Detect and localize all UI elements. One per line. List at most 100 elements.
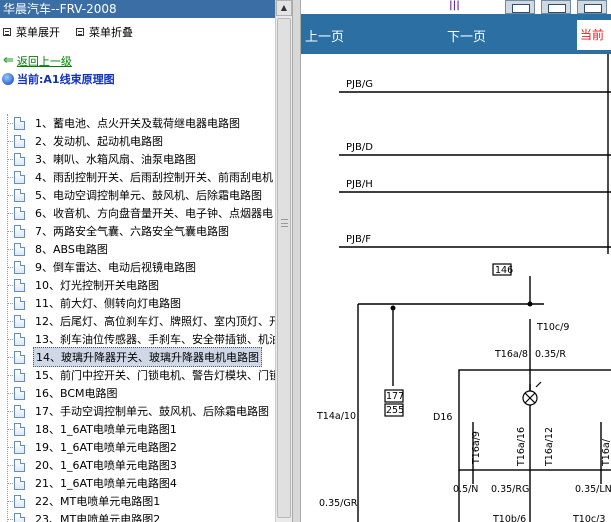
scrollbar-thumb[interactable] xyxy=(277,18,291,518)
prev-page-button[interactable]: 上一页 xyxy=(305,26,344,45)
tree-item[interactable]: 13、刹车油位传感器、手刹车、安全带插锁、机油 xyxy=(0,330,280,348)
document-icon xyxy=(14,386,25,400)
tree-item[interactable]: 15、前门中控开关、门锁电机、警告灯模块、门锁 xyxy=(0,366,280,384)
tree-item[interactable]: 19、1_6AT电喷单元电路图2 xyxy=(0,438,275,456)
tree-item-label: 20、1_6AT电喷单元电路图3 xyxy=(35,459,177,472)
tree-item-label: 5、电动空调控制单元、鼓风机、后除霜电路图 xyxy=(35,189,262,202)
tree-item[interactable]: 14、玻璃升降器开关、玻璃升降器电机电路图 xyxy=(0,347,275,367)
diagram-viewer: ||| 上一页 下一页 当前 PJB/G PJB/D PJB/H PJB/F 1… xyxy=(301,0,611,522)
collapse-menu-label: 菜单折叠 xyxy=(89,26,133,39)
document-icon xyxy=(14,206,25,220)
grip-icon xyxy=(281,219,288,227)
tree-item[interactable]: 2、发动机、起动机电路图 xyxy=(0,132,275,150)
document-icon xyxy=(14,368,25,382)
pin-label: T10c/9 xyxy=(536,322,569,333)
document-icon xyxy=(14,152,25,166)
expand-menu-label: 菜单展开 xyxy=(16,26,60,39)
window-icon[interactable] xyxy=(505,0,535,14)
tree-item[interactable]: 17、手动空调控制单元、鼓风机、后除霜电路图 xyxy=(0,402,275,420)
document-icon xyxy=(14,422,25,436)
tree-item[interactable]: 3、喇叭、水箱风扇、油泵电路图 xyxy=(0,150,275,168)
tree-item[interactable]: 16、BCM电路图 xyxy=(0,384,275,402)
tree-item-label: 3、喇叭、水箱风扇、油泵电路图 xyxy=(35,153,196,166)
window-icon[interactable] xyxy=(541,0,571,14)
window-icon[interactable] xyxy=(577,0,607,14)
tree-item[interactable]: 10、灯光控制开关电路图 xyxy=(0,276,275,294)
lamp-symbol xyxy=(522,381,542,406)
tree-item[interactable]: 6、收音机、方向盘音量开关、电子钟、点烟器电 xyxy=(0,204,275,222)
tree-item[interactable]: 21、1_6AT电喷单元电路图4 xyxy=(0,474,275,492)
tree-item-label: 2、发动机、起动机电路图 xyxy=(35,135,163,148)
back-row: ⇐ 返回上一级 xyxy=(0,52,293,70)
bus-label: PJB/D xyxy=(346,142,373,153)
toolbar-strip: ||| xyxy=(301,0,611,14)
pin-label: T16a/16 xyxy=(516,427,527,467)
back-link[interactable]: 返回上一级 xyxy=(17,53,72,69)
tree-item-label: 10、灯光控制开关电路图 xyxy=(35,279,159,292)
scroll-up-arrow-icon[interactable]: ▲ xyxy=(276,0,292,16)
current-location: 当前:A1线束原理图 xyxy=(0,70,293,88)
tree-item[interactable]: 20、1_6AT电喷单元电路图3 xyxy=(0,456,275,474)
pin-label: T14a/10 xyxy=(316,411,356,422)
diagram-tree: 1、蓄电池、点火开关及载荷继电器电路图 2、发动机、起动机电路图 3、喇叭、水箱风扇… xyxy=(0,114,280,522)
pin-label: T10c/3 xyxy=(572,514,605,522)
document-icon xyxy=(14,116,25,130)
tree-item[interactable]: 7、两路安全气囊、六路安全气囊电路图 xyxy=(0,222,275,240)
bookmark-icon[interactable]: ||| xyxy=(449,0,460,11)
document-icon xyxy=(14,278,25,292)
tree-item[interactable]: 4、雨刮控制开关、后雨刮控制开关、前雨刮电机 xyxy=(0,168,275,186)
document-icon xyxy=(14,476,25,490)
app-window: 华晨汽车--FRV-2008 菜单展开 菜单折叠 ⇐ 返回上一级 当前:A1线束… xyxy=(0,0,611,522)
pane-splitter[interactable] xyxy=(292,0,301,522)
tree-item-label: 13、刹车油位传感器、手刹车、安全带插锁、机油 xyxy=(35,333,280,346)
document-icon xyxy=(14,332,25,346)
tree-item-label: 6、收音机、方向盘音量开关、电子钟、点烟器电 xyxy=(35,207,273,220)
document-icon xyxy=(14,188,25,202)
wire-label: 0.35/LN xyxy=(575,484,611,495)
next-page-button[interactable]: 下一页 xyxy=(447,26,486,45)
tree-item[interactable]: 11、前大灯、侧转向灯电路图 xyxy=(0,294,275,312)
navigation-panel: 华晨汽车--FRV-2008 菜单展开 菜单折叠 ⇐ 返回上一级 当前:A1线束… xyxy=(0,0,293,522)
tree-item-label: 7、两路安全气囊、六路安全气囊电路图 xyxy=(35,225,229,238)
document-icon xyxy=(14,512,25,522)
tree-item-label: 19、1_6AT电喷单元电路图2 xyxy=(35,441,177,454)
tree-item[interactable]: 18、1_6AT电喷单元电路图1 xyxy=(0,420,275,438)
tree-item-label: 4、雨刮控制开关、后雨刮控制开关、前雨刮电机 xyxy=(35,171,273,184)
menu-bar: 菜单展开 菜单折叠 xyxy=(0,18,275,46)
connector-146-label: 146 xyxy=(495,265,513,276)
tree-item-label: 22、MT电喷单元电路图1 xyxy=(35,495,161,508)
document-icon xyxy=(14,242,25,256)
tree-item-label: 14、玻璃升降器开关、玻璃升降器电机电路图 xyxy=(33,347,262,367)
bus-label: PJB/H xyxy=(346,179,373,190)
tree-item[interactable]: 22、MT电喷单元电路图1 xyxy=(0,492,275,510)
tree-item[interactable]: 9、倒车雷达、电动后视镜电路图 xyxy=(0,258,275,276)
pin-label: T16a/9 xyxy=(471,431,482,465)
vertical-scrollbar[interactable]: ▲ xyxy=(275,0,292,522)
junction-dot xyxy=(527,301,533,307)
tree-item-label: 16、BCM电路图 xyxy=(35,387,118,400)
document-icon xyxy=(14,134,25,148)
tree-item[interactable]: 5、电动空调控制单元、鼓风机、后除霜电路图 xyxy=(0,186,275,204)
tree-item-label: 8、ABS电路图 xyxy=(35,243,108,256)
expand-menu-button[interactable]: 菜单展开 xyxy=(3,24,60,40)
connector-177-label: 177 xyxy=(386,391,404,402)
tree-item[interactable]: 23、MT电喷单元电路图2 xyxy=(0,510,275,522)
document-icon xyxy=(14,296,25,310)
menu-icon xyxy=(3,28,11,36)
panel-title: 华晨汽车--FRV-2008 xyxy=(0,0,275,18)
document-icon xyxy=(14,314,25,328)
pin-label: T16a/ xyxy=(601,438,611,467)
tree-item[interactable]: 1、蓄电池、点火开关及载荷继电器电路图 xyxy=(0,114,275,132)
tree-item[interactable]: 8、ABS电路图 xyxy=(0,240,275,258)
document-icon xyxy=(14,494,25,508)
wire-label: 0.35/R xyxy=(535,349,566,360)
current-location-label: 当前:A1线束原理图 xyxy=(17,73,115,86)
collapse-menu-button[interactable]: 菜单折叠 xyxy=(76,24,133,40)
wire-label: 0.35/GR xyxy=(319,498,358,509)
tree-item-label: 11、前大灯、侧转向灯电路图 xyxy=(35,297,181,310)
back-arrow-icon[interactable]: ⇐ xyxy=(3,54,14,67)
current-page-indicator: 当前 xyxy=(577,20,611,50)
tree-item[interactable]: 12、后尾灯、高位刹车灯、牌照灯、室内顶灯、开 xyxy=(0,312,280,330)
document-icon xyxy=(14,458,25,472)
connector-255-label: 255 xyxy=(386,405,404,416)
